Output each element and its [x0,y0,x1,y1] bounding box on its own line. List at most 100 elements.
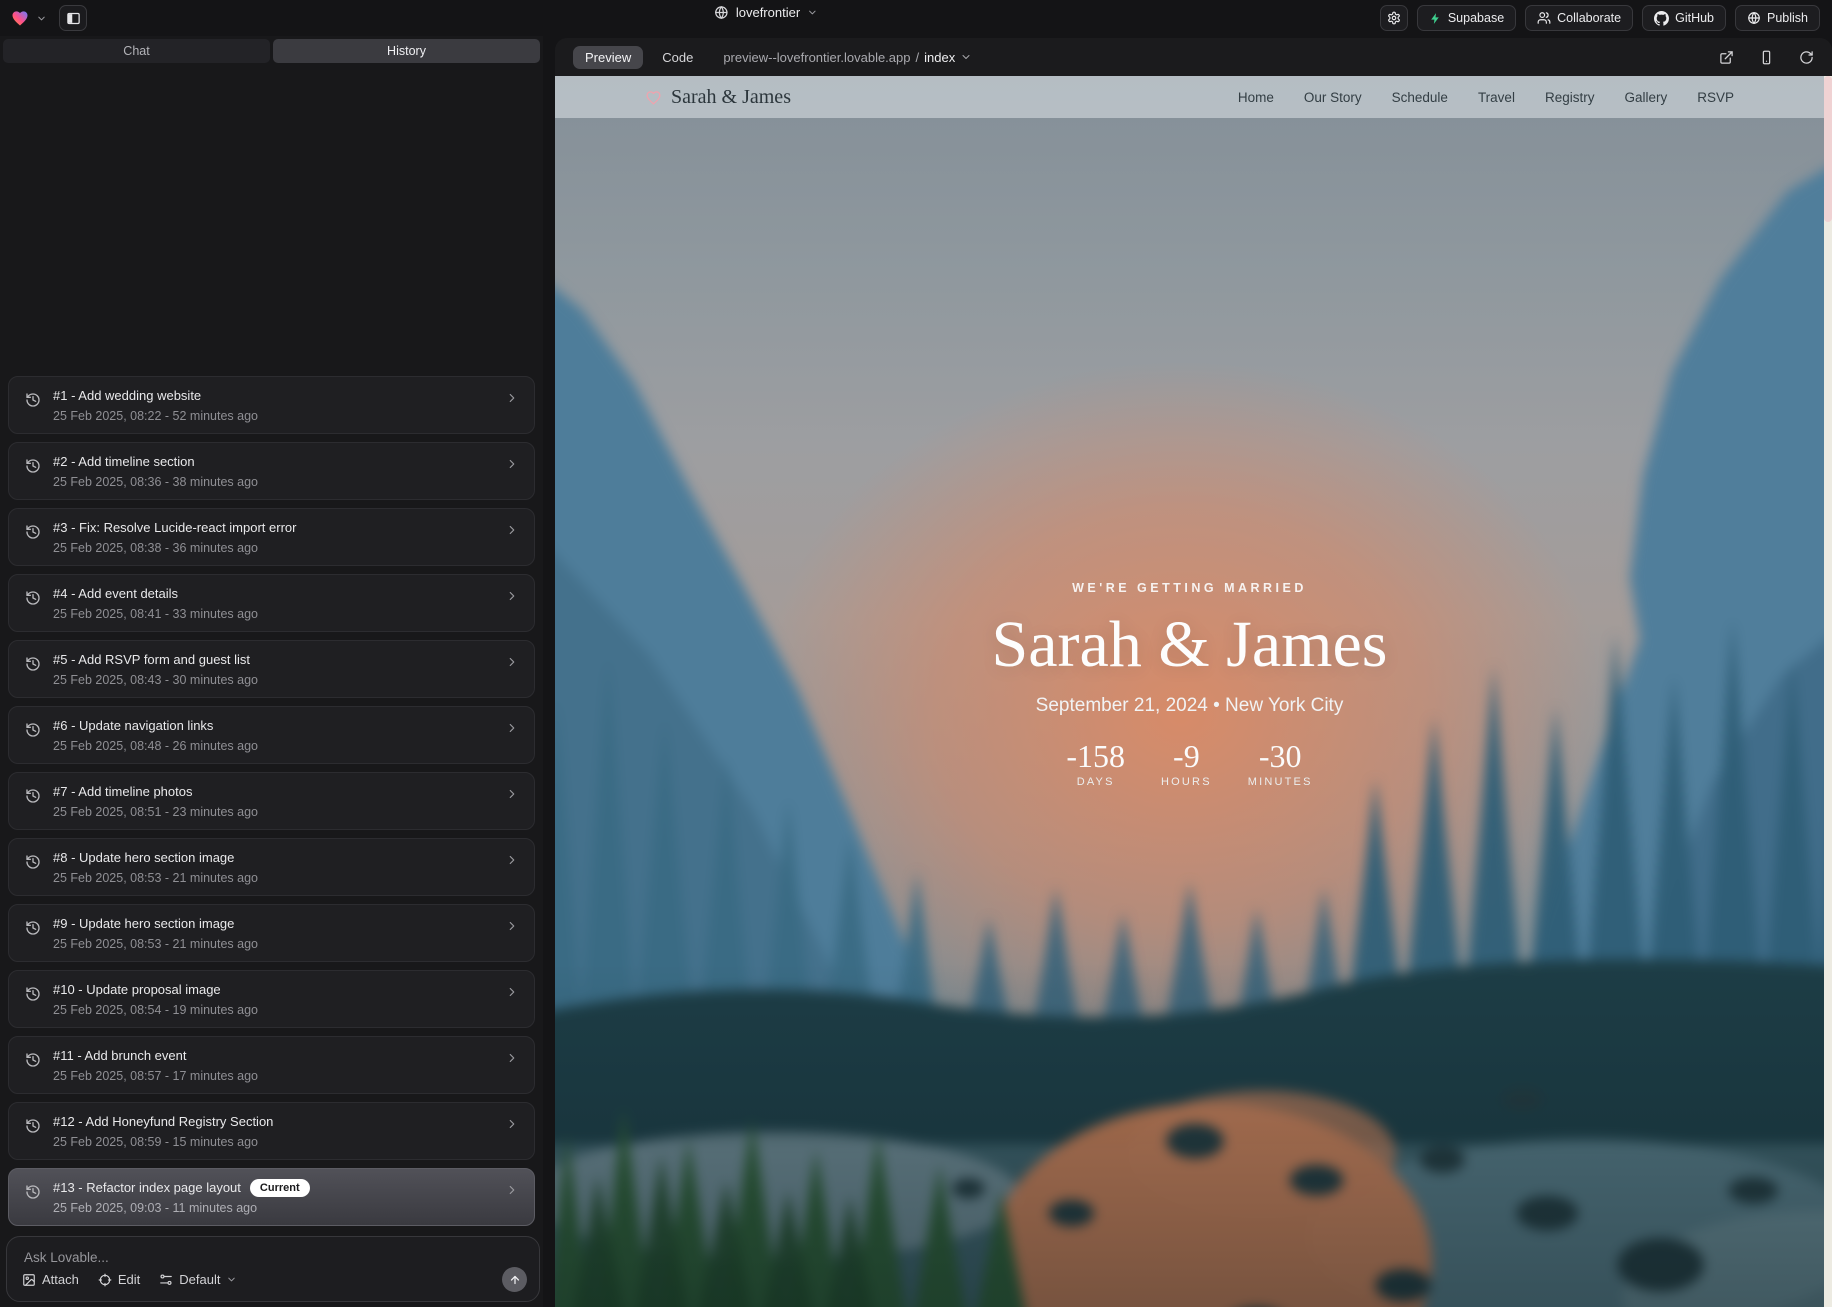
history-item-timestamp: 25 Feb 2025, 08:22 - 52 minutes ago [53,409,258,423]
chevron-right-icon[interactable] [505,391,519,405]
attach-button[interactable]: Attach [22,1272,79,1287]
tab-preview[interactable]: Preview [573,46,643,69]
mobile-view-icon[interactable] [1759,50,1774,65]
edit-button[interactable]: Edit [98,1272,140,1287]
history-item[interactable]: #6 - Update navigation links 25 Feb 2025… [8,706,535,764]
lovable-logo-heart-icon[interactable] [10,8,30,28]
history-item-title: #6 - Update navigation links [53,718,213,733]
refresh-icon[interactable] [1799,50,1814,65]
github-button[interactable]: GitHub [1642,5,1726,31]
history-item-title: #8 - Update hero section image [53,850,234,865]
site-header: Sarah & James Home Our Story Schedule Trave… [555,76,1824,118]
toggle-sidebar-button[interactable] [59,5,87,31]
countdown-item: -30 MINUTES [1248,739,1313,788]
history-item-timestamp: 25 Feb 2025, 08:36 - 38 minutes ago [53,475,258,489]
history-item-title: #4 - Add event details [53,586,178,601]
countdown-value: -158 [1066,739,1125,773]
history-item-title: #12 - Add Honeyfund Registry Section [53,1114,273,1129]
countdown-label: DAYS [1066,776,1125,788]
sliders-icon [159,1273,173,1287]
chevron-right-icon[interactable] [505,523,519,537]
chevron-right-icon[interactable] [505,985,519,999]
logo-chevron-down-icon[interactable] [36,13,47,24]
composer-placeholder[interactable]: Ask Lovable... [24,1250,109,1265]
history-item[interactable]: #12 - Add Honeyfund Registry Section 25 … [8,1102,535,1160]
history-item-timestamp: 25 Feb 2025, 08:43 - 30 minutes ago [53,673,258,687]
current-badge: Current [250,1179,310,1197]
open-in-new-tab-icon[interactable] [1719,50,1734,65]
settings-button[interactable] [1380,5,1408,31]
history-item-title: #11 - Add brunch event [53,1048,186,1063]
chevron-right-icon[interactable] [505,1051,519,1065]
scrollbar-thumb[interactable] [1824,76,1832,222]
countdown-value: -9 [1161,739,1212,773]
site-nav-link[interactable]: Our Story [1304,90,1362,105]
countdown: -158 DAYS -9 HOURS -30 MINUTES [555,739,1824,788]
history-item[interactable]: #2 - Add timeline section 25 Feb 2025, 0… [8,442,535,500]
history-clock-icon [25,1184,41,1200]
heart-icon [645,89,662,106]
history-clock-icon [25,788,41,804]
mode-selector[interactable]: Default [159,1272,237,1287]
history-item-title: #1 - Add wedding website [53,388,201,403]
page-scrollbar[interactable] [1824,76,1832,1307]
history-item-timestamp: 25 Feb 2025, 08:54 - 19 minutes ago [53,1003,258,1017]
chevron-right-icon[interactable] [505,1117,519,1131]
history-item[interactable]: #4 - Add event details 25 Feb 2025, 08:4… [8,574,535,632]
hero-date-line: September 21, 2024 • New York City [555,695,1824,717]
history-item-timestamp: 25 Feb 2025, 08:53 - 21 minutes ago [53,871,258,885]
app-top-bar: lovefrontier Supabase Collaborate GitHub… [0,0,1832,36]
history-item-timestamp: 25 Feb 2025, 08:41 - 33 minutes ago [53,607,258,621]
site-nav-link[interactable]: Home [1238,90,1274,105]
history-item[interactable]: #1 - Add wedding website 25 Feb 2025, 08… [8,376,535,434]
chevron-right-icon[interactable] [505,919,519,933]
history-item[interactable]: #11 - Add brunch event 25 Feb 2025, 08:5… [8,1036,535,1094]
preview-toolbar: Preview Code preview--lovefrontier.lovab… [555,38,1832,76]
preview-url-selector[interactable]: preview--lovefrontier.lovable.app / inde… [723,50,972,65]
history-item[interactable]: #7 - Add timeline photos 25 Feb 2025, 08… [8,772,535,830]
countdown-label: HOURS [1161,776,1212,788]
hero-section: WE'RE GETTING MARRIED Sarah & James Sept… [555,581,1824,788]
site-nav-link[interactable]: Schedule [1392,90,1448,105]
history-item[interactable]: #10 - Update proposal image 25 Feb 2025,… [8,970,535,1028]
history-clock-icon [25,854,41,870]
countdown-label: MINUTES [1248,776,1313,788]
history-item-timestamp: 25 Feb 2025, 08:57 - 17 minutes ago [53,1069,258,1083]
history-item[interactable]: #3 - Fix: Resolve Lucide-react import er… [8,508,535,566]
chevron-down-icon [960,51,972,63]
site-nav-link[interactable]: Registry [1545,90,1595,105]
history-list: #1 - Add wedding website 25 Feb 2025, 08… [8,376,535,1226]
send-button[interactable] [502,1267,527,1292]
chevron-right-icon[interactable] [505,787,519,801]
project-selector[interactable]: lovefrontier [714,5,818,20]
site-nav-link[interactable]: Gallery [1624,90,1667,105]
chevron-right-icon[interactable] [505,457,519,471]
history-clock-icon [25,392,41,408]
history-item-title: #3 - Fix: Resolve Lucide-react import er… [53,520,296,535]
site-nav-link[interactable]: Travel [1478,90,1515,105]
site-nav-link[interactable]: RSVP [1697,90,1734,105]
chevron-right-icon[interactable] [505,1183,519,1197]
history-clock-icon [25,1052,41,1068]
tab-chat[interactable]: Chat [3,39,270,63]
tab-code[interactable]: Code [662,50,693,65]
history-item[interactable]: #8 - Update hero section image 25 Feb 20… [8,838,535,896]
history-item-title: #10 - Update proposal image [53,982,221,997]
chevron-right-icon[interactable] [505,655,519,669]
history-clock-icon [25,524,41,540]
publish-button[interactable]: Publish [1735,5,1820,31]
history-item-title: #7 - Add timeline photos [53,784,192,799]
history-item[interactable]: #13 - Refactor index page layoutCurrent … [8,1168,535,1226]
site-logo[interactable]: Sarah & James [645,86,791,109]
supabase-button[interactable]: Supabase [1417,5,1516,31]
users-icon [1537,11,1551,25]
chevron-right-icon[interactable] [505,589,519,603]
history-item[interactable]: #9 - Update hero section image 25 Feb 20… [8,904,535,962]
chevron-right-icon[interactable] [505,721,519,735]
chevron-right-icon[interactable] [505,853,519,867]
history-clock-icon [25,590,41,606]
tab-history[interactable]: History [273,39,540,63]
history-item[interactable]: #5 - Add RSVP form and guest list 25 Feb… [8,640,535,698]
collaborate-button[interactable]: Collaborate [1525,5,1633,31]
chat-composer[interactable]: Ask Lovable... Attach Edit Default [6,1236,540,1302]
